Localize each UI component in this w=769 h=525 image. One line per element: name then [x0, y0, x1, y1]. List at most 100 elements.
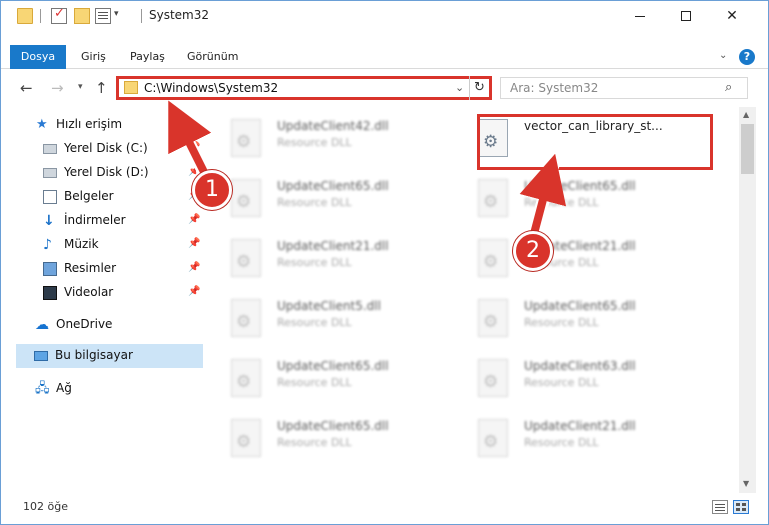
file-name: UpdateClient21.dll: [524, 419, 636, 433]
scroll-up-icon[interactable]: ▲: [743, 110, 749, 119]
sidebar-item-downloads[interactable]: ↓ İndirmeler 📌: [1, 209, 206, 233]
item-count: 102 öğe: [23, 500, 68, 513]
properties-check-icon[interactable]: [51, 6, 67, 24]
dll-file-icon: ⚙: [478, 299, 508, 337]
file-list: ⚙ UpdateClient42.dll Resource DLL ⚙ Upda…: [214, 107, 739, 493]
music-icon: ♪: [43, 237, 52, 253]
file-name: UpdateClient63.dll: [524, 359, 636, 373]
folder-icon: [17, 8, 33, 24]
pin-icon[interactable]: 📌: [188, 238, 200, 249]
sidebar-item-label: Ağ: [56, 381, 72, 395]
highlight-box: [477, 114, 713, 170]
dll-file-icon: ⚙: [231, 359, 261, 397]
up-arrow-icon[interactable]: ↑: [95, 79, 108, 97]
divider: [40, 9, 41, 23]
forward-arrow-icon[interactable]: →: [51, 79, 64, 97]
sidebar-item-network[interactable]: 🖧 Ağ: [1, 377, 206, 401]
file-item[interactable]: ⚙ UpdateClient21.dll Resource DLL: [214, 231, 444, 287]
file-item[interactable]: ⚙ UpdateClient65.dll Resource DLL: [214, 411, 444, 467]
search-icon[interactable]: ⌕: [725, 80, 732, 95]
file-name: UpdateClient65.dll: [277, 419, 389, 433]
file-name: UpdateClient5.dll: [277, 299, 381, 313]
scroll-thumb[interactable]: [741, 124, 754, 174]
gear-icon: ⚙: [236, 192, 252, 212]
scroll-down-icon[interactable]: ▼: [743, 479, 749, 488]
large-icons-view-icon[interactable]: [733, 500, 749, 514]
pin-icon[interactable]: 📌: [188, 142, 200, 153]
file-item[interactable]: ⚙ UpdateClient5.dll Resource DLL: [214, 291, 444, 347]
file-name: UpdateClient65.dll: [524, 179, 636, 193]
gear-icon: ⚙: [483, 192, 499, 212]
gear-icon: ⚙: [483, 432, 499, 452]
pin-icon[interactable]: 📌: [188, 262, 200, 273]
sidebar-item-documents[interactable]: Belgeler 📌: [1, 185, 206, 209]
downloads-icon: ↓: [43, 213, 55, 229]
dll-file-icon: ⚙: [231, 299, 261, 337]
star-icon: ★: [36, 117, 48, 132]
sidebar-item-label: Yerel Disk (C:): [64, 141, 148, 155]
new-folder-icon[interactable]: [74, 8, 90, 24]
sidebar-item-local-disk-c[interactable]: Yerel Disk (C:) 📌: [1, 137, 206, 161]
sidebar-item-onedrive[interactable]: ☁ OneDrive: [1, 313, 206, 337]
address-bar[interactable]: C:\Windows\System32 ⌄ ↻: [116, 76, 492, 100]
tab-view[interactable]: Görünüm: [177, 45, 248, 69]
dll-file-icon: ⚙: [478, 359, 508, 397]
details-view-icon[interactable]: [712, 500, 728, 514]
file-type: Resource DLL: [524, 376, 599, 389]
chevron-down-icon[interactable]: ▾: [114, 9, 119, 19]
file-type: Resource DLL: [277, 136, 352, 149]
tab-share[interactable]: Paylaş: [120, 45, 175, 69]
search-input[interactable]: [501, 78, 721, 98]
sidebar-item-label: Videolar: [64, 285, 114, 299]
file-item[interactable]: ⚙ UpdateClient65.dll Resource DLL: [461, 171, 691, 227]
sidebar-item-quick-access[interactable]: ★ Hızlı erişim: [1, 113, 206, 137]
minimize-button[interactable]: [617, 1, 663, 31]
step-2-badge: 2: [513, 231, 553, 271]
sidebar-item-this-pc[interactable]: Bu bilgisayar: [16, 344, 203, 368]
refresh-icon[interactable]: ↻: [469, 76, 489, 100]
step-1-badge: 1: [192, 170, 232, 210]
file-item[interactable]: ⚙ UpdateClient63.dll Resource DLL: [461, 351, 691, 407]
sidebar-item-label: Belgeler: [64, 189, 114, 203]
sidebar-item-label: Resimler: [64, 261, 117, 275]
file-type: Resource DLL: [277, 436, 352, 449]
expand-ribbon-icon[interactable]: ⌄: [719, 50, 727, 61]
file-item[interactable]: ⚙ UpdateClient42.dll Resource DLL: [214, 111, 444, 167]
file-item[interactable]: ⚙ UpdateClient65.dll Resource DLL: [214, 171, 444, 227]
maximize-icon: [681, 11, 691, 21]
sidebar-item-local-disk-d[interactable]: Yerel Disk (D:) 📌: [1, 161, 206, 185]
navigation-pane: ★ Hızlı erişim Yerel Disk (C:) 📌 Yerel D…: [1, 107, 211, 493]
file-name: UpdateClient65.dll: [277, 179, 389, 193]
address-path[interactable]: C:\Windows\System32: [144, 81, 278, 95]
dll-file-icon: ⚙: [478, 239, 508, 277]
file-type: Resource DLL: [277, 316, 352, 329]
recent-locations-icon[interactable]: ▾: [78, 82, 83, 92]
pin-icon[interactable]: 📌: [188, 286, 200, 297]
dll-file-icon: ⚙: [231, 119, 261, 157]
file-name: UpdateClient42.dll: [277, 119, 389, 133]
file-item[interactable]: ⚙ UpdateClient65.dll Resource DLL: [214, 351, 444, 407]
file-item[interactable]: ⚙ UpdateClient65.dll Resource DLL: [461, 291, 691, 347]
file-name: UpdateClient65.dll: [277, 359, 389, 373]
sidebar-item-videos[interactable]: Videolar 📌: [1, 281, 206, 305]
customize-quick-access-icon[interactable]: [95, 8, 111, 24]
maximize-button[interactable]: [663, 1, 709, 31]
dll-file-icon: ⚙: [231, 419, 261, 457]
sidebar-item-music[interactable]: ♪ Müzik 📌: [1, 233, 206, 257]
tab-file[interactable]: Dosya: [10, 45, 66, 69]
sidebar-item-pictures[interactable]: Resimler 📌: [1, 257, 206, 281]
back-arrow-icon[interactable]: ←: [20, 79, 33, 97]
file-item[interactable]: ⚙ UpdateClient21.dll Resource DLL: [461, 411, 691, 467]
close-button[interactable]: ✕: [709, 1, 755, 31]
pin-icon[interactable]: 📌: [188, 214, 200, 225]
title-bar: ▾ System32 ✕: [1, 1, 768, 31]
sidebar-item-label: Hızlı erişim: [56, 117, 123, 131]
search-box[interactable]: ⌕: [500, 77, 748, 99]
tab-home[interactable]: Giriş: [71, 45, 116, 69]
help-icon[interactable]: ?: [739, 49, 755, 65]
vertical-scrollbar[interactable]: ▲ ▼: [739, 107, 756, 493]
videos-icon: [43, 286, 57, 300]
chevron-down-icon[interactable]: ⌄: [455, 81, 464, 94]
file-item[interactable]: ⚙ UpdateClient21.dll Resource DLL: [461, 231, 691, 287]
window-title: System32: [149, 8, 210, 22]
